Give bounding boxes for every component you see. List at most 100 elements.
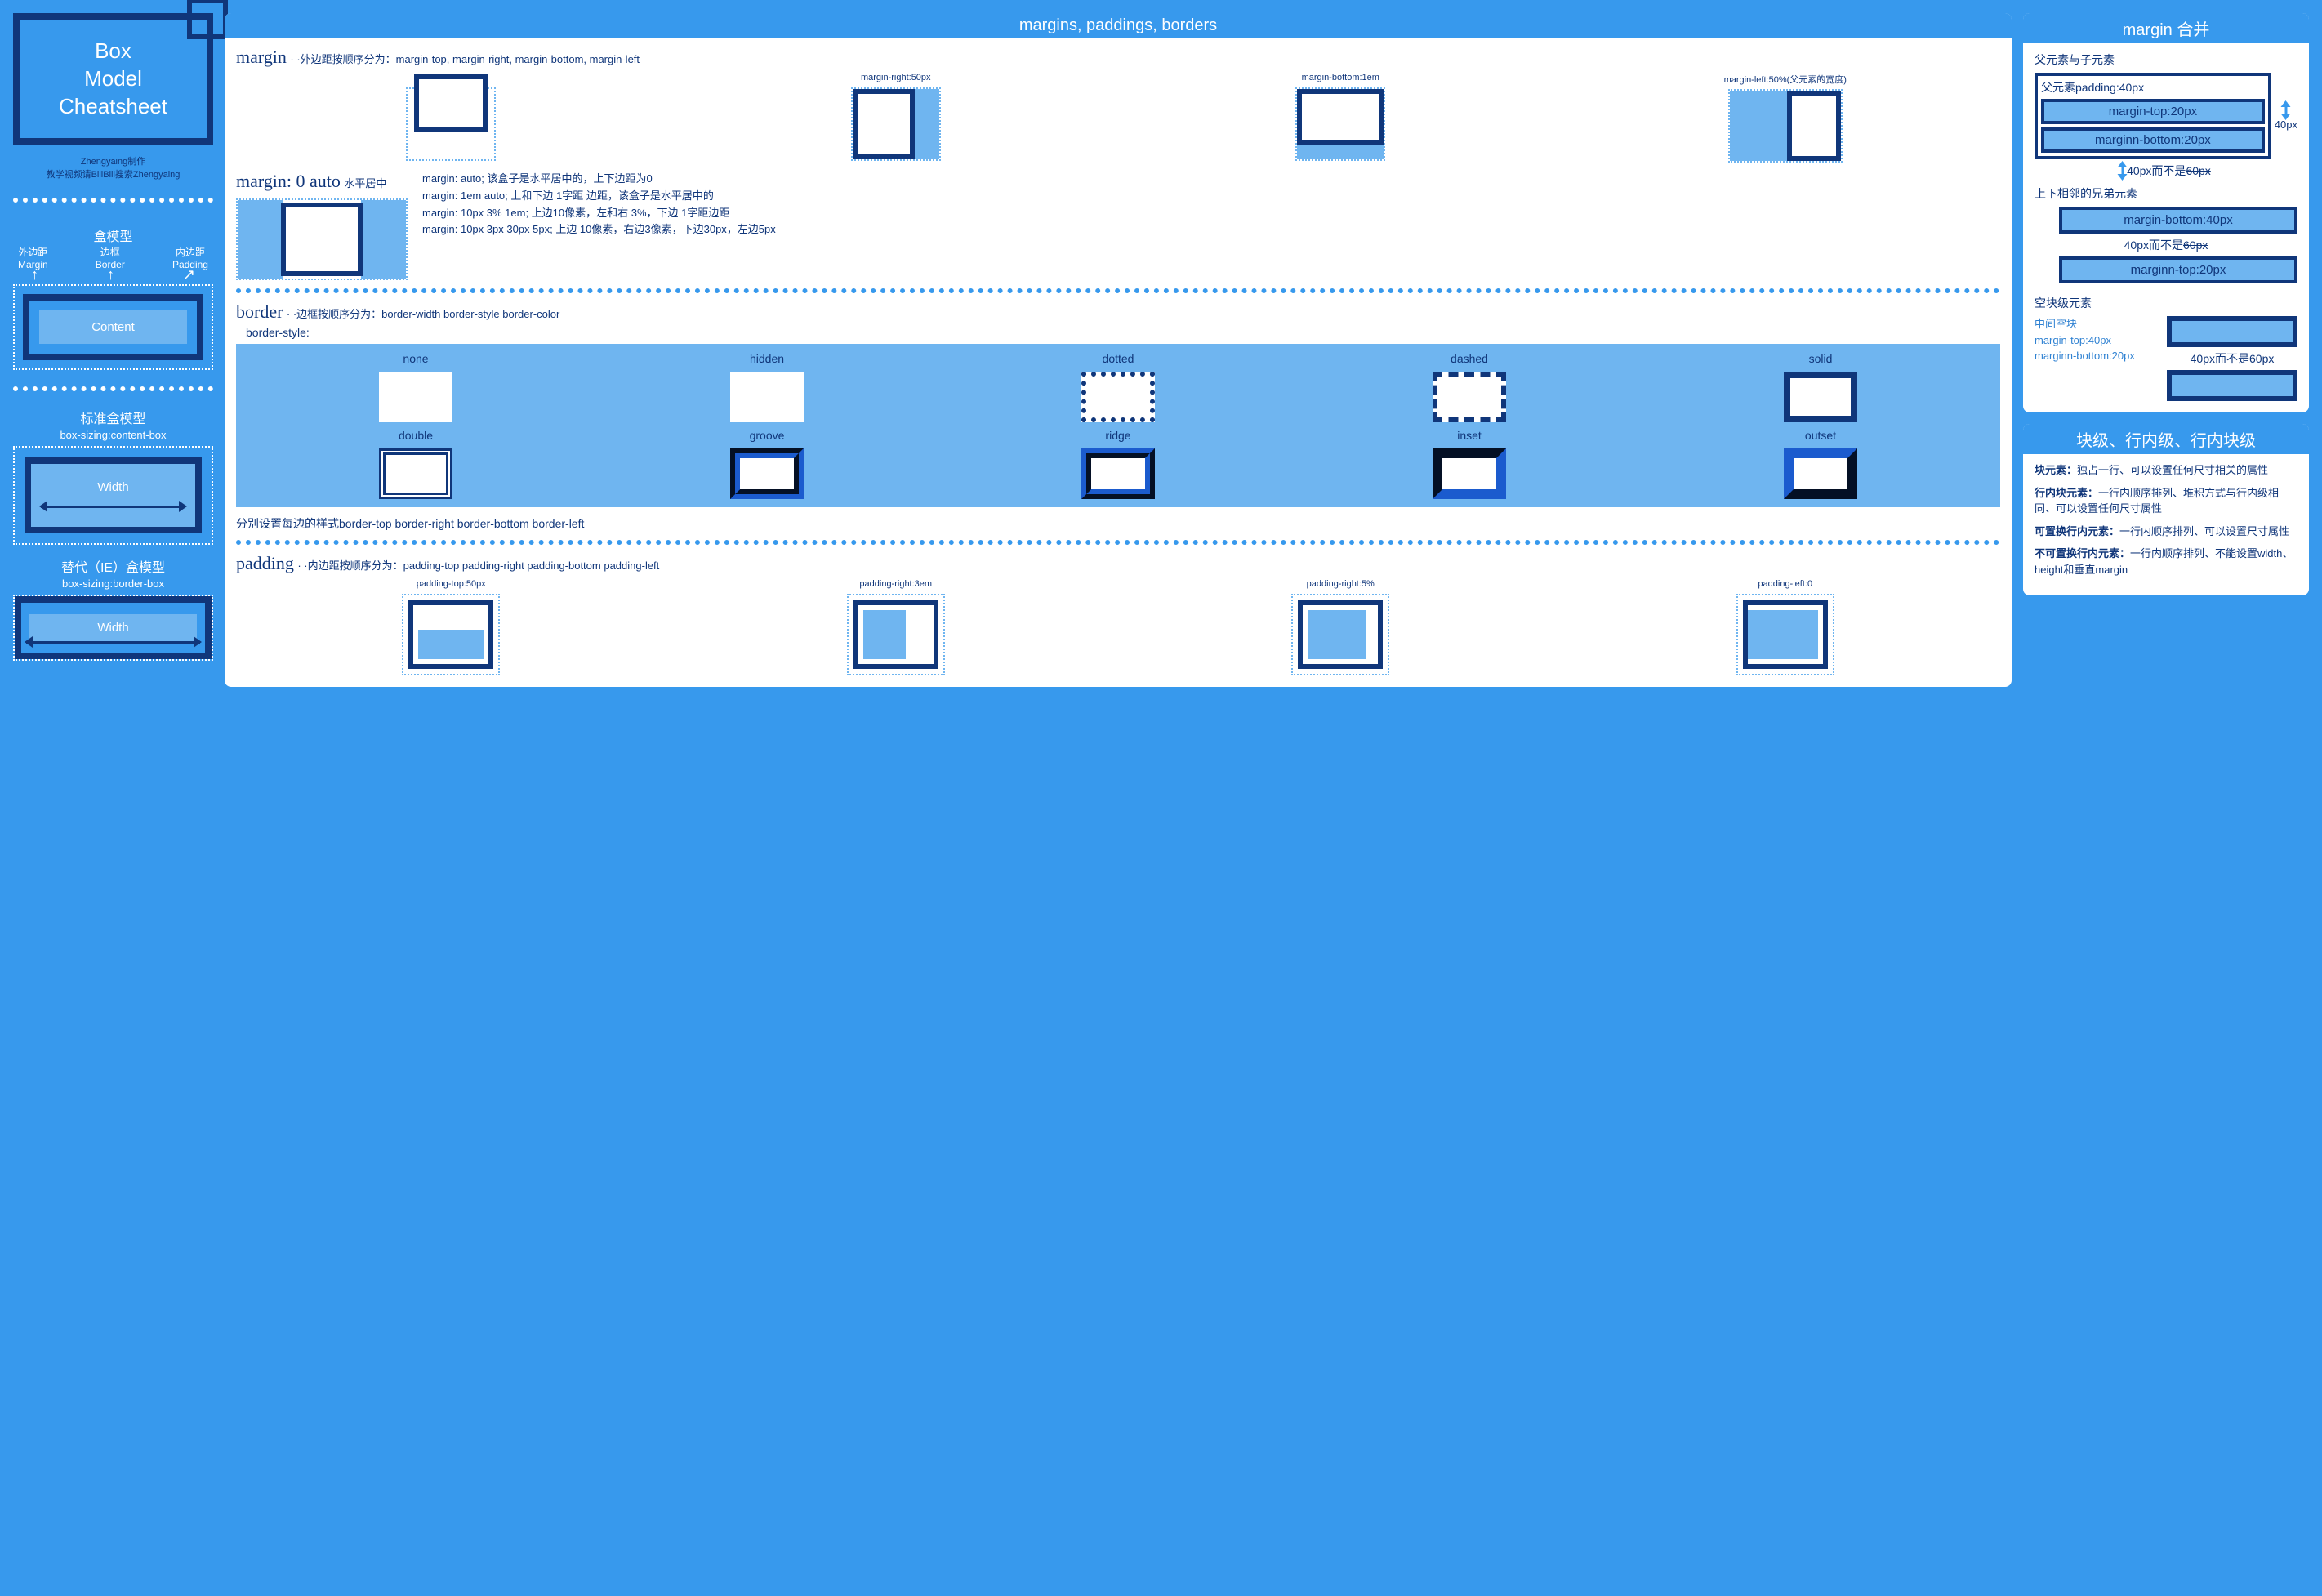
def-term: 块元素： bbox=[2035, 464, 2077, 476]
example-caption: padding-right:3em bbox=[681, 579, 1112, 591]
def-term: 行内块元素： bbox=[2035, 487, 2098, 499]
style-name: groove bbox=[595, 429, 938, 442]
style-name: outset bbox=[1649, 429, 1992, 442]
border-swatch-dotted bbox=[1081, 372, 1155, 422]
arrows-row: ↑ ↑ ↗ bbox=[13, 270, 213, 279]
def-desc: 独占一行、可以设置任何尺寸相关的属性 bbox=[2077, 464, 2268, 476]
padding-desc: · ·内边距按顺序分为：padding-top padding-right pa… bbox=[297, 559, 659, 572]
border-swatch-solid bbox=[1784, 372, 1857, 422]
content-layer: Content bbox=[39, 310, 187, 344]
margin-collapse-card: margin 合并 父元素与子元素 父元素padding:40px margin… bbox=[2023, 13, 2309, 412]
border-swatch-hidden bbox=[730, 372, 804, 422]
border-swatch-inset bbox=[1433, 448, 1506, 499]
auto-line: margin: 10px 3% 1em; 上边10像素，左和右 3%，下边 1字… bbox=[422, 205, 2000, 222]
padding-example: padding-top:50px bbox=[236, 579, 666, 675]
auto-line: margin: 10px 3px 30px 5px; 上边 10像素，右边3像素… bbox=[422, 221, 2000, 239]
separator bbox=[236, 540, 2000, 545]
sibling-result: 40px而不是60px bbox=[2035, 237, 2297, 253]
example-caption: margin-bottom:1em bbox=[1125, 73, 1556, 84]
example-caption: margin-left:50%(父元素的宽度) bbox=[1571, 73, 2001, 86]
def-desc: 一行内顺序排列、可以设置尺寸属性 bbox=[2119, 525, 2289, 537]
padding-section: padding · ·内边距按顺序分为：padding-top padding-… bbox=[236, 553, 2000, 675]
std-heading: 标准盒模型 bbox=[13, 408, 213, 427]
sibling-top: margin-bottom:40px bbox=[2059, 207, 2297, 234]
style-name: inset bbox=[1298, 429, 1641, 442]
left-column: Box Model Cheatsheet Zhengyaing制作 教学视频请B… bbox=[13, 13, 213, 687]
alt-box-section: 替代（IE）盒模型 box-sizing:border-box Width bbox=[13, 556, 213, 661]
border-swatch-dashed bbox=[1433, 372, 1506, 422]
credit-line: Zhengyaing制作 bbox=[13, 156, 213, 168]
parent-padding-label: 父元素padding:40px bbox=[2041, 79, 2265, 96]
parent-child-heading: 父元素与子元素 bbox=[2035, 51, 2297, 68]
sibling-bottom: marginn-top:20px bbox=[2059, 256, 2297, 283]
siblings-heading: 上下相邻的兄弟元素 bbox=[2035, 185, 2297, 202]
border-swatch-outset bbox=[1784, 448, 1857, 499]
style-name: dotted bbox=[947, 352, 1290, 365]
separator bbox=[13, 386, 213, 391]
style-name: solid bbox=[1649, 352, 1992, 365]
decorative-square-icon bbox=[187, 0, 228, 39]
display-header: 块级、行内级、行内块级 bbox=[2023, 424, 2309, 454]
child-margin-top: margin-top:20px bbox=[2041, 99, 2265, 124]
style-name: dashed bbox=[1298, 352, 1641, 365]
definitions: 块元素：独占一行、可以设置任何尺寸相关的属性 行内块元素：一行内顺序排列、堆积方… bbox=[2035, 462, 2297, 577]
style-name: ridge bbox=[947, 429, 1290, 442]
mid-column: margins, paddings, borders margin · ·外边距… bbox=[225, 13, 2012, 687]
separator bbox=[236, 288, 2000, 293]
child-margin-bottom: marginn-bottom:20px bbox=[2041, 127, 2265, 153]
empty-block-bottom bbox=[2167, 370, 2297, 401]
arrow-up-icon: ↑ bbox=[31, 270, 38, 279]
empty-block-row: 中间空块 margin-top:40px marginn-bottom:20px… bbox=[2035, 316, 2297, 401]
margin-desc: · ·外边距按顺序分为：margin-top, margin-right, ma… bbox=[290, 53, 640, 65]
empty-block-top bbox=[2167, 316, 2297, 347]
empty-heading: 空块级元素 bbox=[2035, 295, 2297, 311]
padding-example: padding-right:5% bbox=[1125, 579, 1556, 675]
def-term: 可置换行内元素： bbox=[2035, 525, 2119, 537]
auto-diagram bbox=[236, 198, 408, 280]
style-name: none bbox=[244, 352, 587, 365]
title-line: Model bbox=[26, 65, 200, 93]
main-card: margins, paddings, borders margin · ·外边距… bbox=[225, 13, 2012, 687]
margin-example: margin-right:50px bbox=[681, 73, 1112, 163]
auto-title: margin: 0 auto bbox=[236, 171, 341, 191]
empty-label: 中间空块 bbox=[2035, 316, 2159, 332]
border-title: border bbox=[236, 301, 283, 322]
margin-section: margin · ·外边距按顺序分为：margin-top, margin-ri… bbox=[236, 47, 2000, 163]
empty-mt: margin-top:40px bbox=[2035, 332, 2159, 349]
title-box: Box Model Cheatsheet bbox=[13, 13, 213, 145]
padding-example: padding-right:3em bbox=[681, 579, 1112, 675]
auto-line: margin: 1em auto; 上和下边 1字距 边距，该盒子是水平居中的 bbox=[422, 188, 2000, 205]
margin-auto-section: margin: 0 auto 水平居中 margin: auto; 该盒子是水平… bbox=[236, 171, 2000, 280]
credit-line: 教学视频请BiliBili搜索Zhengyaing bbox=[13, 169, 213, 181]
border-swatch-none bbox=[379, 372, 452, 422]
standard-box-section: 标准盒模型 box-sizing:content-box Width bbox=[13, 408, 213, 545]
padding-title: padding bbox=[236, 553, 294, 573]
empty-mb: marginn-bottom:20px bbox=[2035, 348, 2159, 364]
border-style-label: border-style: bbox=[246, 326, 2000, 339]
auto-sub: 水平居中 bbox=[344, 177, 386, 189]
separator bbox=[13, 198, 213, 203]
example-caption: padding-left:0 bbox=[1571, 579, 2001, 591]
parent-box: 父元素padding:40px margin-top:20px marginn-… bbox=[2035, 73, 2271, 159]
margin-title: margin bbox=[236, 47, 287, 67]
collapse-result: 40px而不是60px bbox=[2035, 163, 2297, 181]
border-each-note: 分别设置每边的样式border-top border-right border-… bbox=[236, 515, 2000, 532]
main-header: margins, paddings, borders bbox=[225, 13, 2012, 38]
border-box-diagram: Width bbox=[13, 595, 213, 661]
auto-line: margin: auto; 该盒子是水平居中的，上下边距为0 bbox=[422, 171, 2000, 188]
arrow-up-icon: ↑ bbox=[107, 270, 114, 279]
border-style-panel: none hidden dotted dashed solid double g… bbox=[236, 344, 2000, 507]
alt-sub: box-sizing:border-box bbox=[13, 577, 213, 590]
measure-label: 40px bbox=[2275, 118, 2297, 131]
right-column: margin 合并 父元素与子元素 父元素padding:40px margin… bbox=[2023, 13, 2309, 687]
example-caption: margin-right:50px bbox=[681, 73, 1112, 84]
margin-example: margin-bottom:1em bbox=[1125, 73, 1556, 163]
border-swatch-ridge bbox=[1081, 448, 1155, 499]
boxmodel-diagram: Content bbox=[13, 284, 213, 370]
def-term: 不可置换行内元素： bbox=[2035, 547, 2130, 559]
example-caption: padding-right:5% bbox=[1125, 579, 1556, 591]
example-caption: padding-top:50px bbox=[236, 579, 666, 591]
collapse-header: margin 合并 bbox=[2023, 13, 2309, 43]
std-sub: box-sizing:content-box bbox=[13, 429, 213, 441]
margin-example: margin-top:-50px bbox=[236, 73, 666, 163]
